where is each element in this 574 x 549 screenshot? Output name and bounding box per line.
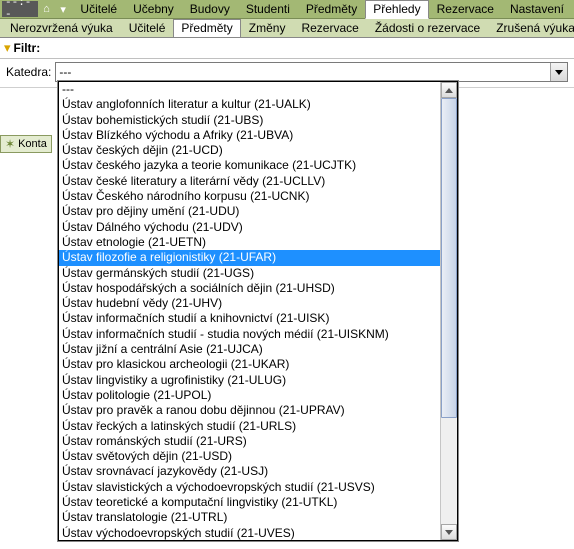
plus-icon: ✶ (5, 137, 15, 151)
funnel-icon: ▾ (4, 40, 11, 56)
topbar: --:-- ⌂ ▾ UčiteléUčebnyBudovyStudentiPře… (0, 0, 574, 19)
scroll-up-button[interactable] (441, 82, 457, 98)
tab-predmety[interactable]: Předměty (298, 0, 365, 19)
filter-label: Filtr: (14, 41, 41, 55)
dropdown-option[interactable]: Ústav bohemistických studií (21-UBS) (59, 113, 441, 128)
dropdown-option[interactable]: --- (59, 82, 441, 97)
dropdown-option[interactable]: Ústav Českého národního korpusu (21-UCNK… (59, 189, 441, 204)
scroll-down-button[interactable] (441, 524, 457, 540)
sub-nerozvrzena[interactable]: Nerozvržená výuka (2, 19, 121, 38)
dropdown-option[interactable]: Ústav hudební vědy (21-UHV) (59, 296, 441, 311)
dropdown-option[interactable]: Ústav hospodářských a sociálních dějin (… (59, 281, 441, 296)
kontakty-label: Konta (18, 138, 47, 150)
dropdown-option[interactable]: Ústav slavistických a východoevropských … (59, 480, 441, 495)
dropdown-option[interactable]: Ústav pro klasickou archeologii (21-UKAR… (59, 357, 441, 372)
tab-studenti[interactable]: Studenti (238, 0, 298, 19)
dropdown-option[interactable]: Ústav etnologie (21-UETN) (59, 235, 441, 250)
sub-rezervace[interactable]: Rezervace (293, 19, 366, 38)
dropdown-option[interactable]: Ústav východoevropských studií (21-UVES) (59, 526, 441, 540)
katedra-value: --- (59, 65, 71, 79)
dropdown-option[interactable]: Ústav translatologie (21-UTRL) (59, 510, 441, 525)
kontakty-widget[interactable]: ✶ Konta (0, 135, 52, 153)
tab-nastaveni[interactable]: Nastavení (502, 0, 572, 19)
tab-budovy[interactable]: Budovy (182, 0, 238, 19)
dropdown-option[interactable]: Ústav jižní a centrální Asie (21-UJCA) (59, 342, 441, 357)
tab-ucebny[interactable]: Učebny (125, 0, 182, 19)
chevron-down-icon[interactable]: ▾ (56, 1, 71, 17)
subbar: Nerozvržená výukaUčiteléPředmětyZměnyRez… (0, 19, 574, 38)
katedra-label: Katedra: (6, 65, 51, 79)
clock-placeholder: --:-- (2, 1, 38, 17)
scrollbar[interactable] (440, 82, 457, 540)
tab-rezervace[interactable]: Rezervace (429, 0, 502, 19)
katedra-dropdown[interactable]: ---Ústav anglofonních literatur a kultur… (58, 81, 458, 541)
dropdown-option[interactable]: Ústav filozofie a religionistiky (21-UFA… (59, 250, 441, 265)
dropdown-option[interactable]: Ústav politologie (21-UPOL) (59, 388, 441, 403)
dropdown-option[interactable]: Ústav pro dějiny umění (21-UDU) (59, 204, 441, 219)
dropdown-list[interactable]: ---Ústav anglofonních literatur a kultur… (59, 82, 441, 540)
dropdown-option[interactable]: Ústav Dálného východu (21-UDV) (59, 220, 441, 235)
sub-predmety[interactable]: Předměty (173, 19, 240, 38)
dropdown-option[interactable]: Ústav pro pravěk a ranou dobu dějinnou (… (59, 403, 441, 418)
filter-bar: ▾ Filtr: (0, 38, 574, 59)
dropdown-option[interactable]: Ústav germánských studií (21-UGS) (59, 266, 441, 281)
tab-prehledy[interactable]: Přehledy (365, 0, 428, 19)
dropdown-option[interactable]: Ústav srovnávací jazykovědy (21-USJ) (59, 464, 441, 479)
sub-zadosti[interactable]: Žádosti o rezervace (367, 19, 488, 38)
dropdown-option[interactable]: Ústav české literatury a literární vědy … (59, 174, 441, 189)
katedra-select[interactable]: --- (55, 62, 568, 82)
sub-zmeny[interactable]: Změny (241, 19, 294, 38)
tab-ucitele[interactable]: Učitelé (72, 0, 125, 19)
dropdown-option[interactable]: Ústav románských studií (21-URS) (59, 434, 441, 449)
dropdown-option[interactable]: Ústav řeckých a latinských studií (21-UR… (59, 419, 441, 434)
dropdown-option[interactable]: Ústav světových dějin (21-USD) (59, 449, 441, 464)
dropdown-option[interactable]: Ústav českého jazyka a teorie komunikace… (59, 158, 441, 173)
scroll-thumb[interactable] (441, 98, 457, 418)
dropdown-option[interactable]: Ústav českých dějin (21-UCD) (59, 143, 441, 158)
dropdown-option[interactable]: Ústav Blízkého východu a Afriky (21-UBVA… (59, 128, 441, 143)
sub-ucitele[interactable]: Učitelé (121, 19, 174, 38)
dropdown-option[interactable]: Ústav anglofonních literatur a kultur (2… (59, 97, 441, 112)
dropdown-option[interactable]: Ústav teoretické a komputační lingvistik… (59, 495, 441, 510)
dropdown-option[interactable]: Ústav informačních studií a knihovnictví… (59, 311, 441, 326)
sub-zrusena[interactable]: Zrušená výuka (488, 19, 574, 38)
dropdown-option[interactable]: Ústav informačních studií - studia novýc… (59, 327, 441, 342)
dropdown-option[interactable]: Ústav lingvistiky a ugrofinistiky (21-UL… (59, 373, 441, 388)
home-icon[interactable]: ⌂ (39, 1, 54, 17)
chevron-down-icon[interactable] (550, 63, 567, 81)
